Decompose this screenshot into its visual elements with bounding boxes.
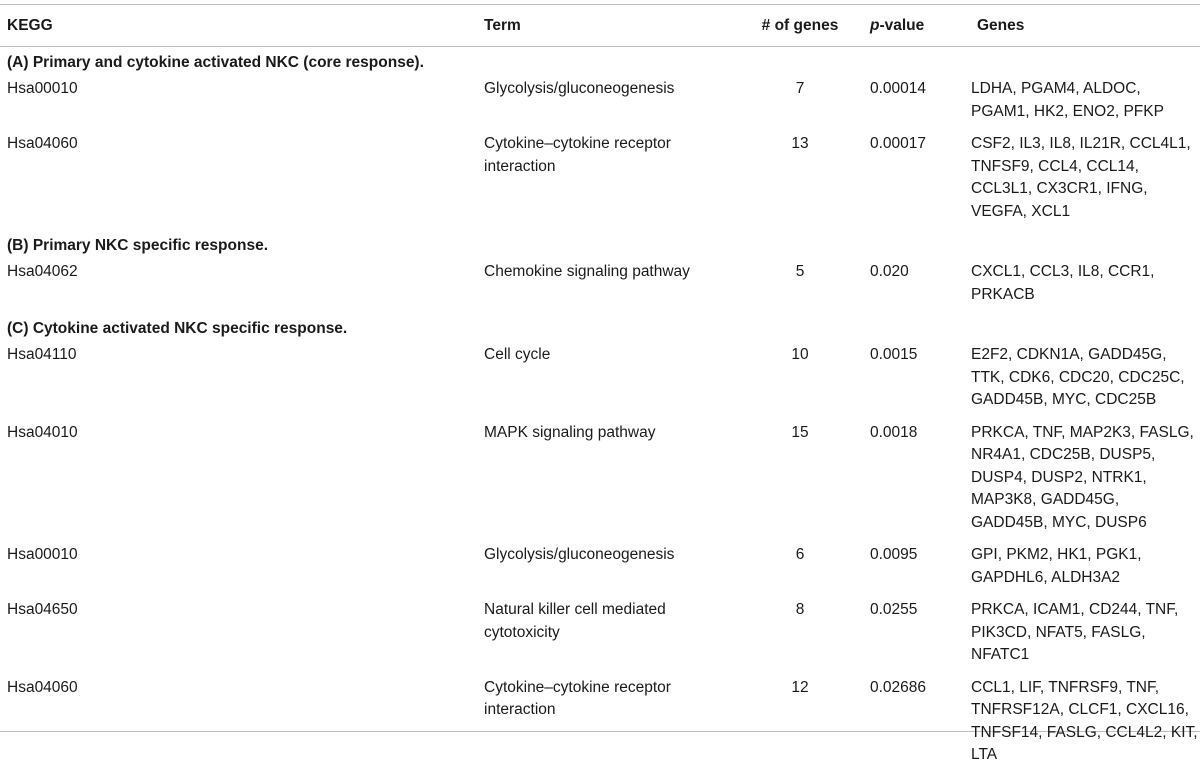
table-row: Hsa04010 MAPK signaling pathway 15 0.001… (0, 418, 1200, 541)
header-kegg: KEGG (7, 16, 53, 34)
kegg-id: Hsa04010 (7, 423, 78, 441)
gene-list: GPI, PKM2, HK1, PGK1, GAPDHL6, ALDH3A2 (971, 546, 1142, 586)
gene-count: 12 (791, 678, 809, 696)
p-value: 0.00017 (870, 135, 927, 152)
term-name: Cytokine–cytokine receptor interaction (484, 678, 671, 719)
section-a-title: (A) Primary and cytokine activated NKC (… (7, 54, 424, 71)
kegg-id: Hsa00010 (7, 546, 78, 563)
p-value: 0.0255 (870, 601, 918, 618)
table-row: Hsa04062 Chemokine signaling pathway 5 0… (0, 257, 1200, 312)
p-value: 0.0015 (870, 346, 918, 363)
gene-list: PRKCA, ICAM1, CD244, TNF, PIK3CD, NFAT5,… (971, 601, 1179, 663)
gene-count: 13 (791, 135, 809, 152)
gene-list: E2F2, CDKN1A, GADD45G, TTK, CDK6, CDC20,… (971, 346, 1185, 408)
header-genes: Genes (977, 16, 1025, 34)
p-value: 0.0018 (870, 423, 918, 441)
term-name: Glycolysis/gluconeogenesis (484, 546, 675, 563)
term-name: MAPK signaling pathway (484, 423, 656, 441)
header-term: Term (484, 16, 521, 34)
header-gene-count: # of genes (761, 16, 839, 34)
section-c-row: (C) Cytokine activated NKC specific resp… (0, 312, 1200, 340)
p-value: 0.0095 (870, 546, 918, 563)
kegg-id: Hsa04062 (7, 263, 78, 280)
table-row: Hsa00010 Glycolysis/gluconeogenesis 7 0.… (0, 74, 1200, 129)
kegg-id: Hsa04060 (7, 135, 78, 152)
gene-count: 6 (795, 546, 805, 563)
gene-count: 15 (791, 423, 809, 441)
gene-list: CCL1, LIF, TNFRSF9, TNF, TNFRSF12A, CLCF… (971, 678, 1198, 764)
term-name: Natural killer cell mediated cytotoxicit… (484, 601, 666, 641)
gene-count: 7 (795, 80, 805, 97)
gene-list: CSF2, IL3, IL8, IL21R, CCL4L1, TNFSF9, C… (971, 135, 1191, 220)
header-pvalue-rest: -value (879, 16, 925, 34)
kegg-id: Hsa04060 (7, 678, 78, 696)
p-value: 0.02686 (870, 678, 927, 696)
gene-list: LDHA, PGAM4, ALDOC, PGAM1, HK2, ENO2, PF… (971, 80, 1164, 120)
header-row: KEGG Term # of genes p-value Genes (0, 5, 1200, 46)
kegg-id: Hsa00010 (7, 80, 78, 97)
kegg-enrichment-table: KEGG Term # of genes p-value Genes (A) P… (0, 5, 1200, 773)
section-b-title: (B) Primary NKC specific response. (7, 237, 269, 254)
gene-count: 5 (795, 263, 805, 280)
gene-list: PRKCA, TNF, MAP2K3, FASLG, NR4A1, CDC25B… (971, 423, 1194, 531)
kegg-id: Hsa04650 (7, 601, 78, 618)
gene-count: 10 (791, 346, 809, 363)
kegg-table-container: KEGG Term # of genes p-value Genes (A) P… (0, 0, 1200, 763)
gene-count: 8 (795, 601, 805, 618)
section-c-title: (C) Cytokine activated NKC specific resp… (7, 320, 348, 337)
p-value: 0.00014 (870, 80, 927, 97)
table-row: Hsa00010 Glycolysis/gluconeogenesis 6 0.… (0, 540, 1200, 595)
p-value: 0.020 (870, 263, 909, 280)
table-row: Hsa04060 Cytokine–cytokine receptor inte… (0, 129, 1200, 229)
section-a-row: (A) Primary and cytokine activated NKC (… (0, 46, 1200, 74)
term-name: Cytokine–cytokine receptor interaction (484, 135, 671, 175)
table-row: Hsa04650 Natural killer cell mediated cy… (0, 595, 1200, 673)
table-row: Hsa04060 Cytokine–cytokine receptor inte… (0, 673, 1200, 773)
section-b-row: (B) Primary NKC specific response. (0, 229, 1200, 257)
header-pvalue: p-value (860, 5, 970, 46)
kegg-id: Hsa04110 (7, 346, 77, 363)
gene-list: CXCL1, CCL3, IL8, CCR1, PRKACB (971, 263, 1155, 303)
term-name: Chemokine signaling pathway (484, 263, 690, 280)
term-name: Cell cycle (484, 346, 551, 363)
term-name: Glycolysis/gluconeogenesis (484, 80, 675, 97)
table-row: Hsa04110 Cell cycle 10 0.0015 E2F2, CDKN… (0, 340, 1200, 418)
